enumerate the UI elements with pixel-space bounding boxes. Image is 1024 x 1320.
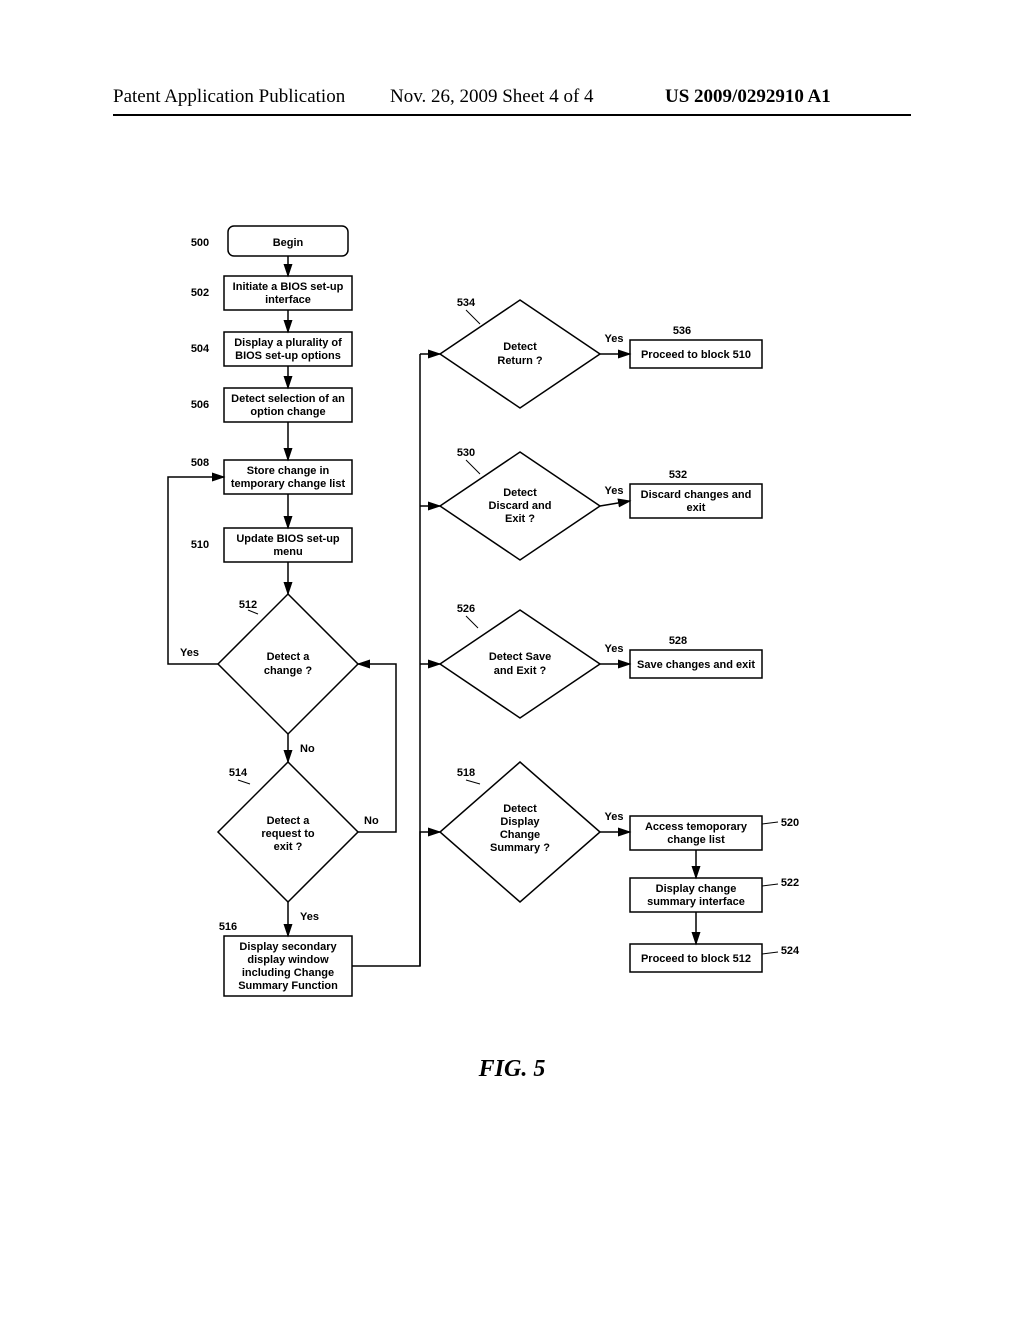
- node-518-l2: Display: [500, 816, 540, 828]
- tick-526: [466, 616, 478, 628]
- node-516-l4: Summary Function: [238, 980, 338, 992]
- node-536-text: Proceed to block 510: [641, 349, 751, 361]
- edge-512-508-yes: Yes: [180, 647, 199, 659]
- label-536: 536: [673, 325, 691, 337]
- edge-518-520-yes: Yes: [605, 811, 624, 823]
- header-left: Patent Application Publication: [113, 86, 345, 108]
- node-506-l1: Detect selection of an: [231, 393, 345, 405]
- edge-516-518: [352, 832, 440, 966]
- label-532: 532: [669, 469, 687, 481]
- label-524: 524: [781, 945, 800, 957]
- node-500-text: Begin: [273, 237, 304, 249]
- tick-520: [762, 822, 778, 824]
- tick-522: [762, 884, 778, 886]
- node-512: [218, 594, 358, 734]
- label-512: 512: [239, 599, 257, 611]
- node-504-l1: Display a plurality of: [234, 337, 342, 349]
- node-512-l2: change ?: [264, 665, 313, 677]
- node-532-l1: Discard changes and: [641, 489, 752, 501]
- label-518: 518: [457, 767, 475, 779]
- node-514-l2: request to: [261, 828, 314, 840]
- node-526: [440, 610, 600, 718]
- edge-530-532: [600, 501, 630, 506]
- label-516: 516: [219, 921, 237, 933]
- node-532-l2: exit: [687, 502, 706, 514]
- node-534: [440, 300, 600, 408]
- node-526-l1: Detect Save: [489, 651, 551, 663]
- node-514-l3: exit ?: [274, 841, 303, 853]
- node-520-l2: change list: [667, 834, 725, 846]
- label-502: 502: [191, 287, 209, 299]
- node-514-l1: Detect a: [267, 815, 311, 827]
- label-526: 526: [457, 603, 475, 615]
- node-530-l3: Exit ?: [505, 513, 535, 525]
- edge-526-528-yes: Yes: [605, 643, 624, 655]
- node-528-text: Save changes and exit: [637, 659, 755, 671]
- node-512-l1: Detect a: [267, 651, 311, 663]
- node-534-l1: Detect: [503, 341, 537, 353]
- node-510-l2: menu: [273, 546, 302, 558]
- node-508-l1: Store change in: [247, 465, 330, 477]
- edge-514-512: [358, 664, 396, 832]
- tick-518: [466, 780, 480, 784]
- label-522: 522: [781, 877, 799, 889]
- edge-534-536-yes: Yes: [605, 333, 624, 345]
- node-506-l2: option change: [250, 406, 325, 418]
- label-530: 530: [457, 447, 475, 459]
- node-502-l2: interface: [265, 294, 311, 306]
- edge-512-508: [168, 477, 224, 664]
- node-504-l2: BIOS set-up options: [235, 350, 341, 362]
- edge-512-514-no: No: [300, 743, 315, 755]
- figure-caption: FIG. 5: [0, 1056, 1024, 1083]
- tick-524: [762, 952, 778, 954]
- node-534-l2: Return ?: [497, 355, 543, 367]
- node-518-l3: Change: [500, 829, 540, 841]
- flowchart: Begin 500 Initiate a BIOS set-up interfa…: [0, 184, 1024, 1144]
- node-530-l1: Detect: [503, 487, 537, 499]
- edge-514-512-no: No: [364, 815, 379, 827]
- tick-530: [466, 460, 480, 474]
- node-522-l1: Display change: [656, 883, 737, 895]
- node-516-l2: display window: [247, 954, 329, 966]
- label-514: 514: [229, 767, 248, 779]
- edge-530-532-yes: Yes: [605, 485, 624, 497]
- label-500: 500: [191, 237, 209, 249]
- label-534: 534: [457, 297, 476, 309]
- node-518-l1: Detect: [503, 803, 537, 815]
- node-516-l3: including Change: [242, 967, 334, 979]
- tick-514: [238, 780, 250, 784]
- label-528: 528: [669, 635, 687, 647]
- header-right: US 2009/0292910 A1: [665, 86, 831, 108]
- header-rule: [113, 114, 911, 116]
- node-522-l2: summary interface: [647, 896, 745, 908]
- edge-514-516-yes: Yes: [300, 911, 319, 923]
- page: Patent Application Publication Nov. 26, …: [0, 0, 1024, 1320]
- header-middle: Nov. 26, 2009 Sheet 4 of 4: [390, 86, 594, 108]
- flowchart-svg: Begin 500 Initiate a BIOS set-up interfa…: [0, 184, 1024, 1144]
- node-508-l2: temporary change list: [231, 478, 346, 490]
- node-502-l1: Initiate a BIOS set-up: [233, 281, 344, 293]
- label-504: 504: [191, 343, 210, 355]
- node-530-l2: Discard and: [489, 500, 552, 512]
- label-508: 508: [191, 457, 209, 469]
- node-526-l2: and Exit ?: [494, 665, 547, 677]
- node-524-text: Proceed to block 512: [641, 953, 751, 965]
- node-516-l1: Display secondary: [239, 941, 337, 953]
- node-518-l4: Summary ?: [490, 842, 550, 854]
- node-510-l1: Update BIOS set-up: [236, 533, 340, 545]
- node-520-l1: Access temoporary: [645, 821, 748, 833]
- tick-534: [466, 310, 480, 324]
- label-520: 520: [781, 817, 799, 829]
- label-510: 510: [191, 539, 209, 551]
- label-506: 506: [191, 399, 209, 411]
